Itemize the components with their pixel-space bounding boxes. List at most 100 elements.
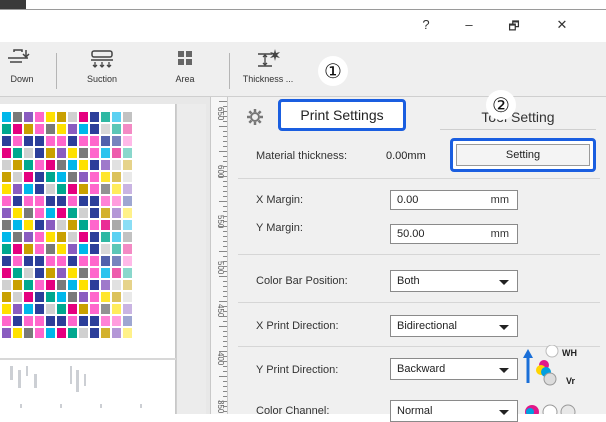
ruler-tick	[223, 366, 227, 367]
pattern-cell	[24, 136, 33, 146]
pattern-cell	[24, 184, 33, 194]
pattern-cell	[2, 304, 11, 314]
preview-margin	[176, 104, 206, 414]
y-margin-input[interactable]: 50.00 mm	[390, 224, 518, 244]
color-bar-position-select[interactable]: Both	[390, 270, 518, 292]
y-print-direction-select[interactable]: Backward	[390, 358, 518, 380]
pattern-cell	[90, 196, 99, 206]
pattern-cell	[57, 316, 66, 326]
pattern-cell	[57, 292, 66, 302]
pattern-cell	[24, 280, 33, 290]
color-bar-pattern	[0, 112, 176, 408]
toolbar-separator	[229, 53, 230, 89]
pattern-cell	[2, 268, 11, 278]
pattern-cell	[90, 292, 99, 302]
color-channel-select[interactable]: Normal	[390, 400, 518, 422]
pattern-cell	[35, 232, 44, 242]
ruler-tick	[219, 251, 227, 252]
pattern-cell	[101, 304, 110, 314]
toolbar-thickness-button[interactable]: Thickness ...	[238, 48, 298, 94]
pattern-cell	[112, 160, 121, 170]
pattern-cell	[13, 328, 22, 338]
pattern-cell	[46, 244, 55, 254]
pattern-cell	[90, 244, 99, 254]
ruler-tick	[223, 121, 227, 122]
pattern-cell	[24, 292, 33, 302]
toolbar-suction-button[interactable]: Suction	[74, 48, 130, 94]
pattern-cell	[35, 136, 44, 146]
pattern-cell	[2, 292, 11, 302]
pattern-cell	[90, 268, 99, 278]
pattern-cell	[2, 148, 11, 158]
ruler-tick	[219, 201, 227, 202]
toolbar-down-button[interactable]: Down	[0, 48, 44, 94]
ruler-tick	[223, 371, 227, 372]
ruler-tick	[223, 406, 227, 407]
pattern-cell	[79, 304, 88, 314]
x-print-direction-select[interactable]: Bidirectional	[390, 315, 518, 337]
pattern-cell	[123, 124, 132, 134]
pattern-cell	[2, 208, 11, 218]
restore-button[interactable]: 🗗	[502, 17, 526, 38]
pattern-cell	[79, 316, 88, 326]
pattern-cell	[79, 232, 88, 242]
minimize-button[interactable]: –	[457, 17, 481, 32]
pattern-cell	[35, 304, 44, 314]
pattern-cell	[79, 208, 88, 218]
pattern-cell	[13, 124, 22, 134]
x-margin-input[interactable]: 0.00 mm	[390, 190, 518, 210]
ruler-tick	[223, 261, 227, 262]
ruler-tick	[219, 126, 227, 127]
pattern-cell	[90, 124, 99, 134]
ruler-tick	[223, 231, 227, 232]
pattern-cell	[2, 256, 11, 266]
pattern-cell	[2, 280, 11, 290]
ruler-tick	[223, 361, 227, 362]
ruler-tick	[223, 241, 227, 242]
pattern-cell	[46, 292, 55, 302]
pattern-cell	[35, 256, 44, 266]
callout-1: ①	[318, 56, 348, 86]
pattern-cell	[101, 136, 110, 146]
ruler-tick	[223, 336, 227, 337]
tab-print-settings[interactable]: Print Settings	[278, 99, 406, 131]
pattern-cell	[35, 220, 44, 230]
ruler-tick	[223, 161, 227, 162]
ruler-tick	[223, 321, 227, 322]
pattern-cell	[13, 292, 22, 302]
pattern-cell	[79, 136, 88, 146]
pattern-cell	[123, 172, 132, 182]
pattern-cell	[101, 316, 110, 326]
pattern-cell	[79, 280, 88, 290]
ruler-tick	[219, 401, 227, 402]
pattern-cell	[101, 124, 110, 134]
pattern-cell	[112, 184, 121, 194]
ruler-tick	[219, 276, 227, 277]
ruler-tick	[223, 206, 227, 207]
close-button[interactable]: ✕	[550, 17, 574, 33]
pattern-cell	[46, 256, 55, 266]
pattern-cell	[46, 172, 55, 182]
pattern-cell	[90, 220, 99, 230]
thickness-icon	[258, 49, 280, 67]
tab-tool-setting[interactable]: Tool Setting	[440, 104, 596, 130]
pattern-cell	[68, 256, 77, 266]
ruler-tick	[219, 101, 227, 102]
help-button[interactable]: ?	[414, 17, 438, 32]
gear-icon[interactable]	[246, 108, 264, 126]
setting-button[interactable]: Setting	[456, 144, 590, 166]
ruler-tick	[223, 171, 227, 172]
ruler-tick	[223, 391, 227, 392]
pattern-cell	[90, 280, 99, 290]
pattern-cell	[68, 328, 77, 338]
pattern-cell	[101, 208, 110, 218]
pattern-cell	[68, 148, 77, 158]
pattern-cell	[101, 220, 110, 230]
divider	[238, 254, 600, 255]
toolbar-suction-label: Suction	[86, 74, 118, 84]
pattern-cell	[123, 232, 132, 242]
toolbar-area-button[interactable]: Area	[160, 48, 210, 94]
ruler-tick	[223, 266, 227, 267]
ruler-tick	[219, 351, 227, 352]
pattern-cell	[46, 232, 55, 242]
